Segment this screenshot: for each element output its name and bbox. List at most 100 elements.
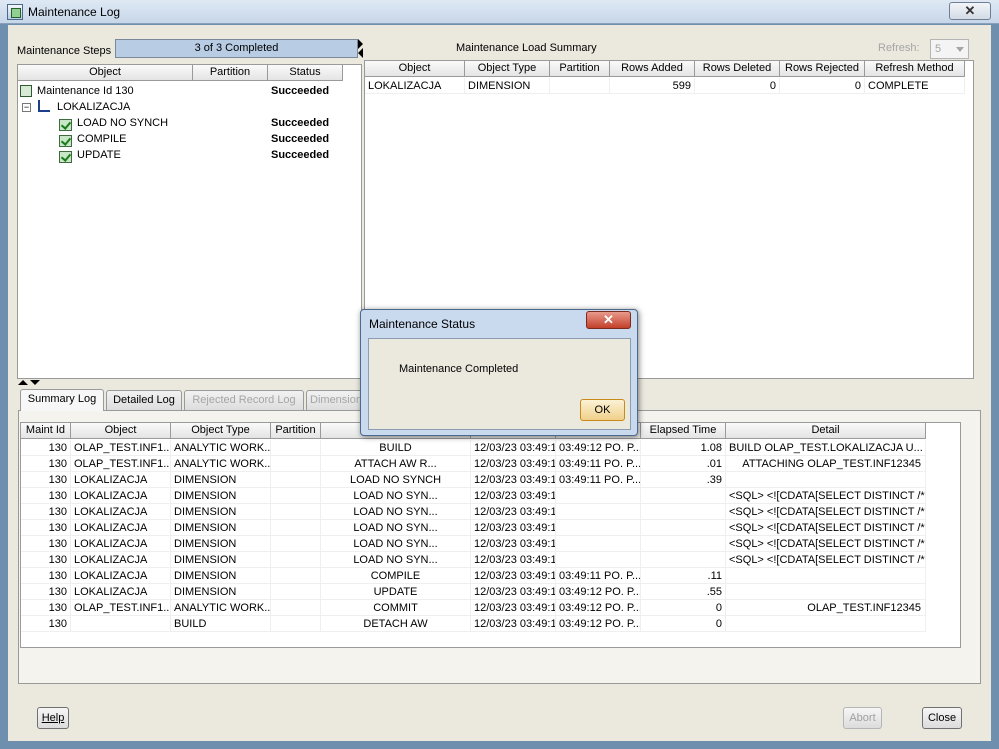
summary-partition-header[interactable]: Partition bbox=[550, 61, 610, 77]
tree-item-update[interactable]: UPDATE bbox=[74, 147, 194, 163]
log-row[interactable]: 130 LOKALIZACJA DIMENSION LOAD NO SYN... 12/… bbox=[21, 536, 926, 552]
log-partition-cell bbox=[271, 472, 321, 488]
log-maint-id-cell: 130 bbox=[21, 456, 71, 472]
log-detail-cell bbox=[726, 472, 926, 488]
log-partition-cell bbox=[271, 584, 321, 600]
log-object-cell: OLAP_TEST.INF1... bbox=[71, 440, 171, 456]
log-object-cell: LOKALIZACJA bbox=[71, 552, 171, 568]
log-object-cell: OLAP_TEST.INF1... bbox=[71, 456, 171, 472]
splitter-up-arrow-icon[interactable] bbox=[18, 380, 28, 385]
refresh-select[interactable]: 5 bbox=[930, 39, 969, 59]
tab-summary-log[interactable]: Summary Log bbox=[20, 389, 104, 411]
dbo-icon bbox=[20, 85, 32, 97]
summary-rows-added-cell: 599 bbox=[610, 78, 695, 94]
help-button[interactable]: Help bbox=[37, 707, 69, 729]
log-elapsed-time-cell: .55 bbox=[641, 584, 726, 600]
summary-object-type-header[interactable]: Object Type bbox=[465, 61, 550, 77]
log-elapsed-time-cell: 0 bbox=[641, 616, 726, 632]
log-row[interactable]: 130 LOKALIZACJA DIMENSION LOAD NO SYN... 12/… bbox=[21, 504, 926, 520]
log-object-type-cell: BUILD bbox=[171, 616, 271, 632]
splitter-down-arrow-icon[interactable] bbox=[30, 380, 40, 385]
log-elapsed-time-cell: .11 bbox=[641, 568, 726, 584]
log-row[interactable]: 130 LOKALIZACJA DIMENSION LOAD NO SYN... 12/… bbox=[21, 552, 926, 568]
summary-partition-cell bbox=[550, 78, 610, 94]
log-row[interactable]: 130 BUILD DETACH AW12/03/23 03:49:12 PO. P… bbox=[21, 616, 926, 632]
log-object-type-cell: DIMENSION bbox=[171, 584, 271, 600]
dialog-title: Maintenance Status bbox=[369, 317, 476, 331]
log-detail-cell: <SQL> <![CDATA[SELECT DISTINCT /*... bbox=[726, 488, 926, 504]
maintenance-steps-tree[interactable]: Object Partition Status Maintenance Id 1… bbox=[17, 64, 362, 379]
log-elapsed-time-header[interactable]: Elapsed Time bbox=[641, 423, 726, 439]
tree-item-compile[interactable]: COMPILE bbox=[74, 131, 194, 147]
log-partition-header[interactable]: Partition bbox=[271, 423, 321, 439]
log-end-time-cell: 03:49:11 PO. P... bbox=[556, 472, 641, 488]
tree-item-lokalizacja[interactable]: LOKALIZACJA bbox=[54, 99, 194, 115]
summary-log-grid[interactable]: Maint IdObjectObject TypePartitionOpimeE… bbox=[20, 422, 961, 648]
steps-col-partition[interactable]: Partition bbox=[193, 65, 268, 81]
log-start-time-cell: 12/03/23 03:49:11 PO. P... bbox=[471, 584, 556, 600]
steps-progress-bar: 3 of 3 Completed bbox=[115, 39, 358, 58]
ok-button[interactable]: OK bbox=[580, 399, 625, 421]
log-operation-cell: LOAD NO SYN... bbox=[321, 488, 471, 504]
log-partition-cell bbox=[271, 536, 321, 552]
log-start-time-cell: 12/03/23 03:49:11 PO. P... bbox=[471, 568, 556, 584]
log-end-time-cell: 03:49:11 PO. P... bbox=[556, 568, 641, 584]
summary-row[interactable]: LOKALIZACJA DIMENSION 599 0 0 COMPLETE bbox=[365, 78, 965, 94]
log-end-time-cell bbox=[556, 520, 641, 536]
log-row[interactable]: 130 LOKALIZACJA DIMENSION LOAD NO SYN... 12/… bbox=[21, 488, 926, 504]
log-row[interactable]: 130 LOKALIZACJA DIMENSION UPDATE 12/03/23 03… bbox=[21, 584, 926, 600]
app-icon bbox=[7, 4, 23, 20]
log-elapsed-time-cell: .39 bbox=[641, 472, 726, 488]
dialog-body: Maintenance Completed OK bbox=[368, 338, 631, 430]
title-bar: Maintenance Log ✕ bbox=[0, 0, 999, 24]
summary-object-header[interactable]: Object bbox=[365, 61, 465, 77]
log-detail-header[interactable]: Detail bbox=[726, 423, 926, 439]
window-title: Maintenance Log bbox=[28, 5, 121, 19]
check-icon bbox=[59, 151, 72, 163]
maintenance-log-window: Maintenance Log ✕ Maintenance Steps 3 of… bbox=[0, 0, 999, 749]
steps-col-status[interactable]: Status bbox=[268, 65, 343, 81]
summary-rows-rejected-cell: 0 bbox=[780, 78, 865, 94]
log-elapsed-time-cell: 0 bbox=[641, 600, 726, 616]
log-row[interactable]: 130 OLAP_TEST.INF1... ANALYTIC WORK... COMM… bbox=[21, 600, 926, 616]
summary-rows-deleted-header[interactable]: Rows Deleted bbox=[695, 61, 780, 77]
summary-refresh-method-header[interactable]: Refresh Method bbox=[865, 61, 965, 77]
log-detail-cell bbox=[726, 616, 926, 632]
tree-item-maintenance-id[interactable]: Maintenance Id 130 bbox=[34, 83, 194, 99]
summary-rows-rejected-header[interactable]: Rows Rejected bbox=[780, 61, 865, 77]
maintenance-status-dialog: Maintenance Status ✕ Maintenance Complet… bbox=[360, 309, 638, 436]
log-row[interactable]: 130 LOKALIZACJA DIMENSION LOAD NO SYN... 12/… bbox=[21, 520, 926, 536]
log-operation-cell: ATTACH AW R... bbox=[321, 456, 471, 472]
tree-status: Succeeded bbox=[271, 149, 330, 161]
dialog-close-button[interactable]: ✕ bbox=[586, 311, 631, 329]
collapse-minus-icon[interactable]: − bbox=[22, 103, 31, 112]
tree-item-load-no-synch[interactable]: LOAD NO SYNCH bbox=[74, 115, 194, 131]
window-close-button[interactable]: ✕ bbox=[949, 2, 991, 20]
close-button[interactable]: Close bbox=[922, 707, 962, 729]
log-start-time-cell: 12/03/23 03:49:11 PO. P... bbox=[471, 456, 556, 472]
log-end-time-cell: 03:49:12 PO. P... bbox=[556, 616, 641, 632]
log-object-type-header[interactable]: Object Type bbox=[171, 423, 271, 439]
log-object-header[interactable]: Object bbox=[71, 423, 171, 439]
tab-detailed-log[interactable]: Detailed Log bbox=[106, 390, 182, 410]
log-elapsed-time-cell bbox=[641, 552, 726, 568]
tab-dimension: Dimension bbox=[306, 390, 366, 410]
log-row[interactable]: 130 OLAP_TEST.INF1... ANALYTIC WORK... BUIL… bbox=[21, 440, 926, 456]
log-maint-id-cell: 130 bbox=[21, 600, 71, 616]
log-start-time-cell: 12/03/23 03:49:12 PO. P... bbox=[471, 616, 556, 632]
log-row[interactable]: 130 OLAP_TEST.INF1... ANALYTIC WORK... ATTA… bbox=[21, 456, 926, 472]
log-object-cell bbox=[71, 616, 171, 632]
summary-rows-added-header[interactable]: Rows Added bbox=[610, 61, 695, 77]
log-maint-id-header[interactable]: Maint Id bbox=[21, 423, 71, 439]
steps-col-object[interactable]: Object bbox=[18, 65, 193, 81]
log-row[interactable]: 130 LOKALIZACJA DIMENSION COMPILE 12/03/23 0… bbox=[21, 568, 926, 584]
log-object-cell: LOKALIZACJA bbox=[71, 568, 171, 584]
log-end-time-cell: 03:49:12 PO. P... bbox=[556, 600, 641, 616]
log-end-time-cell bbox=[556, 536, 641, 552]
log-partition-cell bbox=[271, 488, 321, 504]
log-partition-cell bbox=[271, 504, 321, 520]
log-elapsed-time-cell: .01 bbox=[641, 456, 726, 472]
log-maint-id-cell: 130 bbox=[21, 616, 71, 632]
log-row[interactable]: 130 LOKALIZACJA DIMENSION LOAD NO SYNCH 12/0… bbox=[21, 472, 926, 488]
splitter-left-arrow-icon[interactable] bbox=[358, 48, 363, 58]
